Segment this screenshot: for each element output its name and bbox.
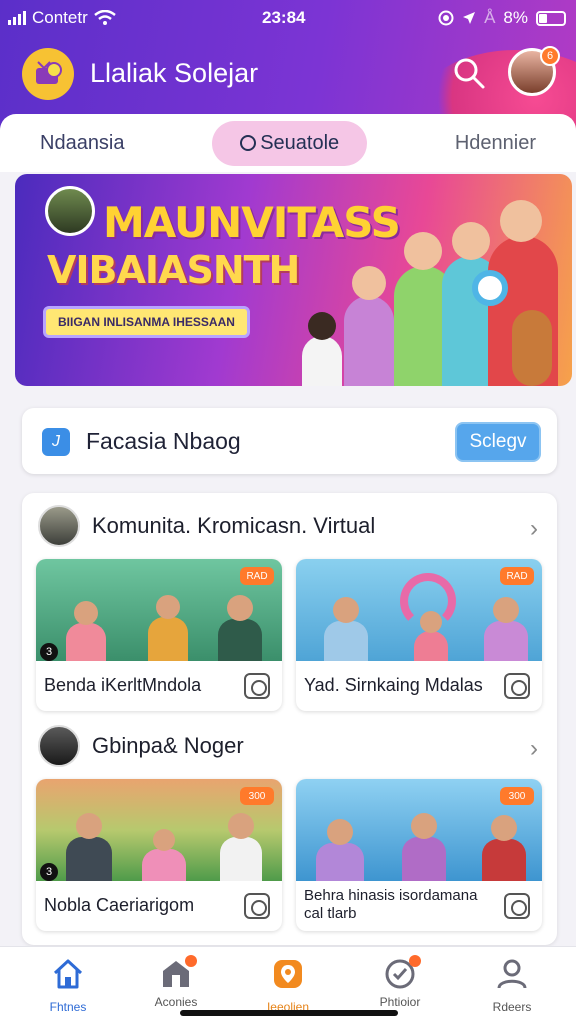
community-card: Komunita. Kromicasn. Virtual › RAD 3 Ben… [22, 493, 557, 945]
banner-pill[interactable]: BIIGAN INLISANMA IHESSAAN [43, 306, 250, 338]
video-tile[interactable]: 300 3 Nobla Caeriarigom [36, 779, 282, 931]
tile-caption: Nobla Caeriarigom [44, 895, 195, 915]
banner-subtitle: VIBAIASNTH [47, 248, 300, 292]
nav-badge [185, 955, 197, 967]
status-bar: Contetr 23:84 Å 8% [0, 6, 576, 30]
clock: 23:84 [262, 8, 306, 27]
tab-ndaansia[interactable]: Ndaansia [40, 132, 125, 155]
location-icon [274, 960, 302, 988]
tab-circle-icon [240, 135, 257, 151]
chevron-right-icon[interactable]: › [530, 735, 538, 763]
section-title: Gbinpa& Noger [92, 733, 244, 758]
tile-caption: Benda iKerltMndola [44, 675, 202, 695]
promo-banner[interactable]: MAUNVITASS VIBAIASNTH BIIGAN INLISANMA I… [15, 174, 572, 386]
share-icon[interactable] [244, 673, 270, 699]
carrier-name: Contetr [32, 8, 88, 27]
home-indicator[interactable] [180, 1010, 398, 1016]
nav-badge [409, 955, 421, 967]
share-icon[interactable] [244, 893, 270, 919]
video-tile[interactable]: RAD 3 Benda iKerltMndola [36, 559, 282, 711]
nav-label: Phtioior [379, 995, 421, 1009]
section-avatar [38, 505, 80, 547]
nav-label: Rdeers [492, 1000, 532, 1014]
nav-label: Fhtnes [49, 1000, 87, 1014]
battery-icon [536, 10, 566, 26]
signal-icon [8, 11, 26, 25]
tile-badge: 300 [500, 787, 534, 805]
wifi-icon [93, 10, 116, 25]
tab-label: Seuatole [260, 131, 340, 154]
nav-item-location[interactable]: Ieeolien [238, 957, 338, 1014]
tile-number: 3 [40, 863, 58, 881]
section-header[interactable]: Komunita. Kromicasn. Virtual › [38, 505, 542, 547]
nav-item-profile[interactable]: Rdeers [462, 957, 562, 1014]
tab-hdennier[interactable]: Hdennier [455, 132, 536, 155]
alarm-icon [438, 10, 454, 26]
tile-number: 3 [40, 643, 58, 661]
share-icon[interactable] [504, 893, 530, 919]
nav-label: Aconies [154, 995, 198, 1009]
section-avatar [38, 725, 80, 767]
logo-icon [36, 61, 62, 84]
location-arrow-icon [463, 12, 476, 24]
tab-bar: Ndaansia Seuatole Hdennier [0, 114, 576, 172]
nav-item-shop[interactable]: Aconies [126, 955, 226, 1009]
search-bar[interactable]: J Facasia Nbaog Sclegv [22, 408, 557, 474]
banner-illustration [302, 186, 562, 386]
tile-badge: RAD [240, 567, 274, 585]
tile-caption: Behra hinasis isordamana cal tlarb [304, 887, 478, 922]
app-title: Llaliak Solejar [90, 58, 259, 88]
video-tile[interactable]: 300 Behra hinasis isordamana cal tlarb [296, 779, 542, 931]
notification-badge: 6 [540, 46, 560, 66]
search-button[interactable]: Sclegv [455, 422, 541, 462]
section-title: Komunita. Kromicasn. Virtual [92, 513, 376, 538]
app-logo[interactable] [22, 48, 74, 100]
tile-caption: Yad. Sirnkaing Mdalas [304, 675, 483, 695]
video-tile[interactable]: RAD Yad. Sirnkaing Mdalas [296, 559, 542, 711]
tile-badge: RAD [500, 567, 534, 585]
music-note-icon: J [42, 428, 70, 456]
bluetooth-icon: Å [484, 8, 496, 27]
search-label: Facasia Nbaog [86, 428, 241, 454]
battery-percent: 8% [503, 8, 528, 27]
banner-avatar [45, 186, 95, 236]
section-header[interactable]: Gbinpa& Noger › [38, 725, 542, 767]
chevron-right-icon[interactable]: › [530, 515, 538, 543]
app-header: Contetr 23:84 Å 8% Llaliak Solejar 6 [0, 0, 576, 130]
tab-seuatole[interactable]: Seuatole [212, 120, 368, 166]
nav-item-home[interactable]: Fhtnes [18, 957, 118, 1014]
tile-badge: 300 [240, 787, 274, 805]
search-icon[interactable] [452, 56, 486, 90]
home-icon [53, 959, 83, 989]
nav-item-activity[interactable]: Phtioior [350, 955, 450, 1009]
profile-icon [497, 959, 527, 989]
share-icon[interactable] [504, 673, 530, 699]
